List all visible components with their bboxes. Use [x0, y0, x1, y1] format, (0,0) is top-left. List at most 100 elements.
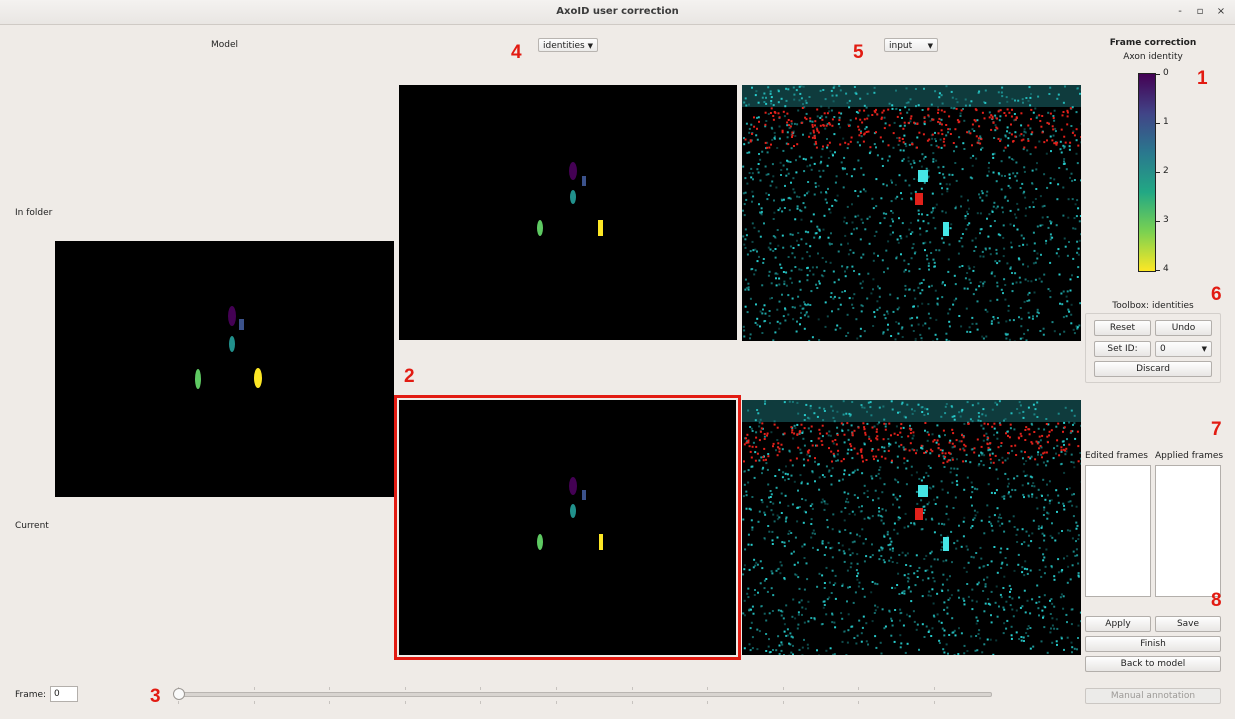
in-folder-input-image[interactable] [742, 85, 1081, 341]
noise-pixel [860, 135, 863, 138]
noise-pixel-red [811, 123, 814, 126]
noise-pixel [803, 170, 806, 173]
set-id-dropdown[interactable]: 0 ▼ [1155, 341, 1212, 357]
noise-pixel [809, 430, 812, 433]
reset-button[interactable]: Reset [1094, 320, 1151, 336]
noise-pixel [931, 192, 934, 195]
noise-pixel [929, 466, 932, 469]
noise-pixel [775, 277, 777, 280]
noise-pixel [749, 426, 752, 428]
noise-pixel [836, 324, 839, 327]
noise-pixel [1033, 485, 1036, 488]
noise-pixel [742, 192, 745, 195]
noise-pixel [951, 631, 954, 634]
noise-pixel [988, 247, 991, 250]
noise-pixel [778, 516, 781, 519]
noise-pixel-red [815, 142, 818, 145]
noise-pixel [1036, 257, 1039, 260]
save-button[interactable]: Save [1155, 616, 1221, 632]
discard-button[interactable]: Discard [1094, 361, 1212, 377]
frame-slider-track[interactable] [177, 692, 992, 697]
noise-pixel [848, 513, 851, 515]
noise-pixel [846, 452, 849, 455]
noise-pixel [1037, 451, 1040, 454]
noise-pixel [798, 99, 801, 102]
noise-pixel [851, 552, 854, 555]
noise-pixel [1060, 636, 1063, 639]
frame-slider-handle[interactable] [173, 688, 185, 700]
apply-button[interactable]: Apply [1085, 616, 1151, 632]
noise-pixel-red [838, 119, 841, 122]
noise-pixel [856, 141, 859, 144]
noise-pixel [861, 587, 864, 590]
noise-pixel [742, 235, 745, 238]
noise-pixel [847, 242, 849, 245]
noise-pixel [955, 98, 958, 100]
noise-pixel [850, 175, 853, 178]
noise-pixel-red [980, 138, 983, 141]
noise-pixel [927, 412, 929, 415]
noise-pixel [983, 280, 986, 283]
maximize-icon[interactable]: ▫ [1193, 5, 1207, 19]
noise-pixel-red [875, 131, 877, 134]
view-mode-dropdown[interactable]: identities ▼ [538, 38, 598, 52]
axon-signal [918, 170, 928, 182]
noise-pixel [842, 137, 845, 140]
noise-pixel-red [989, 458, 992, 461]
noise-pixel-red [858, 109, 861, 112]
applied-frames-list[interactable] [1155, 465, 1221, 597]
noise-pixel [921, 411, 924, 413]
model-segmentation-image[interactable] [55, 241, 394, 497]
noise-pixel [763, 320, 766, 323]
current-identities-image[interactable] [399, 400, 736, 655]
back-to-model-button[interactable]: Back to model [1085, 656, 1221, 672]
noise-pixel [759, 418, 762, 421]
noise-pixel [984, 602, 987, 605]
noise-pixel [796, 423, 799, 426]
noise-pixel [976, 511, 979, 514]
noise-pixel [774, 331, 777, 334]
edited-frames-list[interactable] [1085, 465, 1151, 597]
noise-pixel-red [975, 109, 978, 112]
channel-dropdown[interactable]: input ▼ [884, 38, 938, 52]
noise-pixel-red [994, 454, 997, 457]
minimize-icon[interactable]: - [1173, 5, 1187, 19]
noise-pixel [1067, 198, 1070, 201]
noise-pixel [840, 612, 843, 615]
noise-pixel [989, 299, 992, 302]
noise-pixel-red [814, 120, 817, 123]
frame-input[interactable]: 0 [50, 686, 78, 702]
finish-button[interactable]: Finish [1085, 636, 1221, 652]
noise-pixel [803, 327, 806, 330]
noise-pixel [778, 277, 781, 280]
in-folder-identities-image[interactable] [399, 85, 737, 340]
noise-pixel [1069, 500, 1072, 503]
noise-pixel [1050, 598, 1053, 601]
manual-annotation-button[interactable]: Manual annotation [1085, 688, 1221, 704]
noise-pixel [874, 635, 877, 638]
noise-pixel [744, 177, 747, 180]
noise-pixel [827, 187, 829, 190]
set-id-button[interactable]: Set ID: [1094, 341, 1151, 357]
current-input-image[interactable] [742, 400, 1081, 655]
noise-pixel [812, 273, 815, 276]
noise-pixel [970, 526, 972, 529]
noise-pixel [1021, 337, 1024, 340]
noise-pixel [1076, 162, 1079, 165]
noise-pixel-red [1043, 141, 1046, 144]
noise-pixel [1009, 590, 1011, 593]
noise-pixel [953, 542, 956, 545]
noise-pixel [913, 289, 916, 292]
noise-pixel-red [826, 144, 829, 147]
noise-pixel [860, 167, 863, 170]
noise-pixel-red [777, 442, 780, 445]
noise-pixel [909, 163, 912, 166]
undo-button[interactable]: Undo [1155, 320, 1212, 336]
noise-pixel [829, 547, 832, 550]
noise-pixel [1010, 246, 1013, 249]
noise-pixel [899, 495, 902, 498]
close-icon[interactable]: × [1214, 5, 1228, 19]
noise-pixel [822, 89, 825, 91]
noise-pixel [994, 124, 997, 127]
noise-pixel-red [1011, 108, 1013, 111]
